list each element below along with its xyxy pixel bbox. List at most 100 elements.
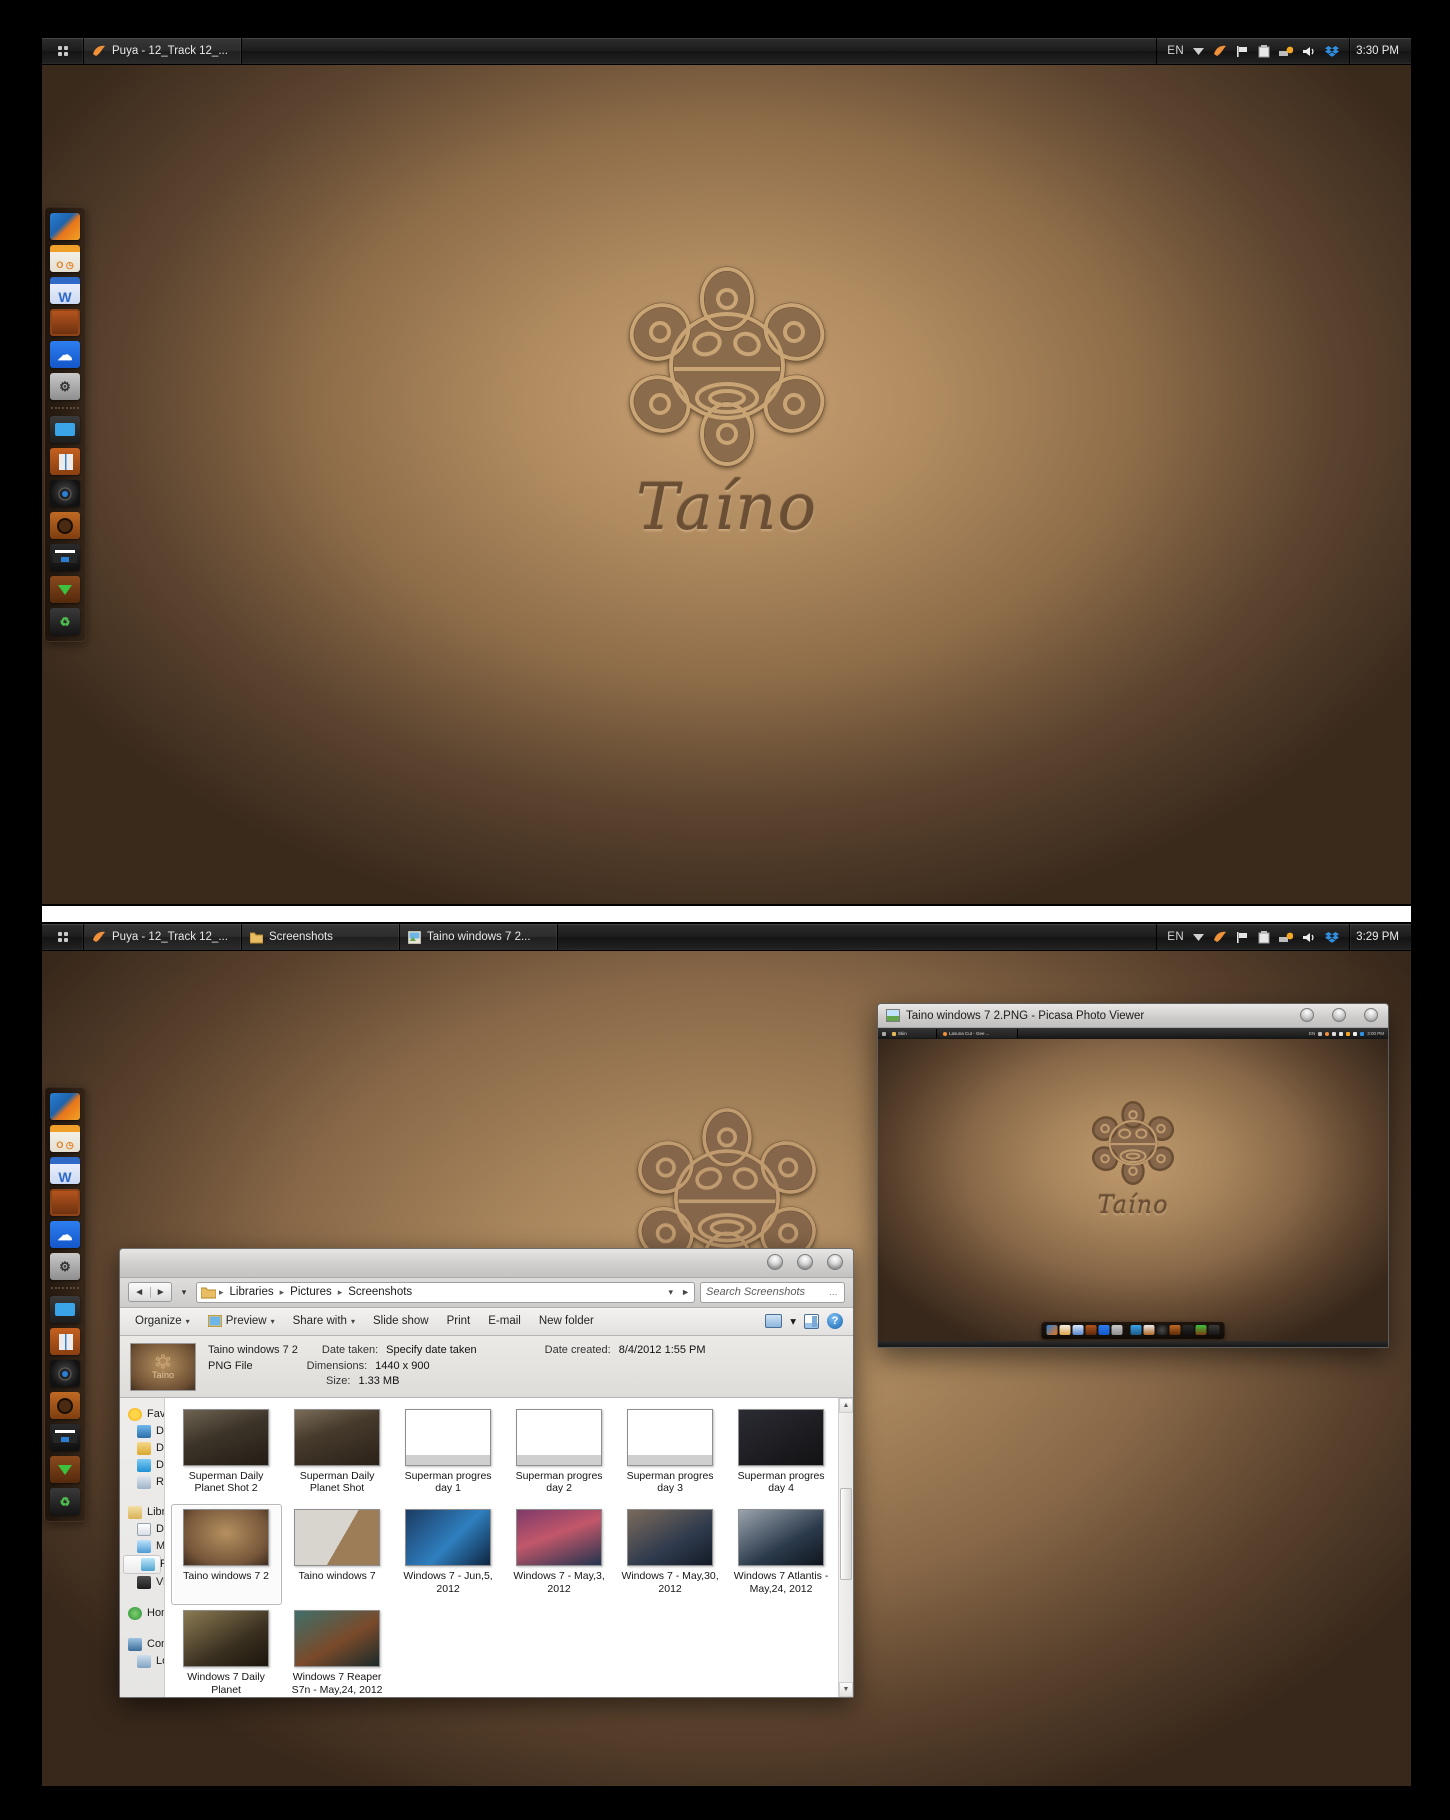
media-player-tray-icon[interactable] bbox=[1213, 931, 1227, 944]
explorer-window-controls[interactable] bbox=[767, 1254, 843, 1270]
list-item[interactable]: Windows 7 Atlantis - May,24, 2012 bbox=[726, 1504, 837, 1605]
start-button-top[interactable] bbox=[42, 38, 84, 64]
share-with-button[interactable]: Share with ▾ bbox=[284, 1312, 364, 1330]
sidebar-item-favorites[interactable]: Favorites bbox=[120, 1406, 164, 1423]
language-indicator[interactable]: EN bbox=[1167, 45, 1184, 57]
volume-icon[interactable] bbox=[1302, 931, 1316, 944]
sidebar-item-pictures[interactable]: Pictures bbox=[123, 1554, 164, 1574]
change-view-icon[interactable] bbox=[765, 1314, 783, 1329]
start-button-bottom[interactable] bbox=[42, 924, 84, 950]
taskbar-top[interactable]: Puya - 12_Track 12_... EN 3:30 PM bbox=[42, 38, 1411, 65]
search-box[interactable]: Search Screenshots … bbox=[700, 1281, 845, 1303]
sidebar-item-local-disk[interactable]: Local Disk (C:) bbox=[120, 1653, 164, 1670]
breadcrumb-libraries[interactable]: Libraries bbox=[227, 1285, 277, 1299]
explorer-toolbar[interactable]: Organize ▾ Preview ▾ Share with ▾ Slide … bbox=[120, 1307, 853, 1336]
language-indicator[interactable]: EN bbox=[1167, 931, 1184, 943]
guitar-icon[interactable] bbox=[50, 512, 80, 539]
taskbar-task-media-bottom[interactable]: Puya - 12_Track 12_... bbox=[84, 924, 242, 950]
amp-radio-icon-2[interactable] bbox=[50, 1189, 80, 1216]
slide-show-button[interactable]: Slide show bbox=[364, 1312, 438, 1330]
display-icon[interactable] bbox=[50, 416, 80, 443]
sidebar-item-dropbox[interactable]: Dropbox bbox=[120, 1457, 164, 1474]
list-item[interactable]: Superman Daily Planet Shot bbox=[282, 1404, 393, 1505]
breadcrumb-pictures[interactable]: Pictures bbox=[287, 1285, 335, 1299]
scrollbar-track[interactable] bbox=[839, 1413, 853, 1682]
preview-button[interactable]: Preview ▾ bbox=[199, 1312, 284, 1330]
close-button[interactable] bbox=[827, 1254, 843, 1270]
list-item[interactable]: Windows 7 - May,3, 2012 bbox=[504, 1504, 615, 1605]
list-item[interactable]: Taino windows 7 bbox=[282, 1504, 393, 1605]
list-item-selected[interactable]: Taino windows 7 2 bbox=[170, 1504, 282, 1605]
email-button[interactable]: E-mail bbox=[479, 1312, 530, 1330]
scroll-up-button[interactable]: ▲ bbox=[839, 1397, 853, 1413]
list-item[interactable]: Superman progres day 4 bbox=[726, 1404, 837, 1505]
camera-icon[interactable] bbox=[50, 480, 80, 507]
organize-button[interactable]: Organize ▾ bbox=[126, 1312, 199, 1330]
sidebar-item-homegroup[interactable]: Homegroup bbox=[120, 1605, 164, 1622]
preview-pane-icon[interactable] bbox=[804, 1313, 819, 1329]
toolbar-right-group[interactable]: ▾ ? bbox=[765, 1313, 847, 1330]
chevron-down-icon[interactable] bbox=[1193, 47, 1205, 55]
tools-icon[interactable]: ⚙ bbox=[50, 373, 80, 400]
maximize-button[interactable] bbox=[797, 1254, 813, 1270]
breadcrumb-screenshots[interactable]: Screenshots bbox=[345, 1285, 415, 1299]
downloads-drawer-icon[interactable] bbox=[50, 576, 80, 603]
list-item[interactable]: Windows 7 - Jun,5, 2012 bbox=[393, 1504, 504, 1605]
sidebar-item-downloads[interactable]: Downloads bbox=[120, 1440, 164, 1457]
taskbar-task-media-top[interactable]: Puya - 12_Track 12_... bbox=[84, 38, 242, 64]
minimize-button[interactable] bbox=[767, 1254, 783, 1270]
word-icon-2[interactable]: W bbox=[50, 1157, 80, 1184]
clock-bottom[interactable]: 3:29 PM bbox=[1349, 924, 1411, 950]
list-item[interactable]: Superman Daily Planet Shot 2 bbox=[171, 1404, 282, 1505]
sidebar-item-documents[interactable]: Documents bbox=[120, 1521, 164, 1538]
dropbox-icon[interactable] bbox=[1325, 45, 1340, 58]
outlook-icon-2[interactable]: O ◷ bbox=[50, 1125, 80, 1152]
list-item[interactable]: Windows 7 Daily Planet bbox=[171, 1605, 282, 1697]
list-item[interactable]: Superman progres day 3 bbox=[615, 1404, 726, 1505]
navigation-pane[interactable]: Favorites Desktop Downloads Dropbox bbox=[120, 1397, 165, 1697]
flag-icon[interactable] bbox=[1236, 45, 1249, 58]
messenger-icon-2[interactable]: ☁ bbox=[50, 1221, 80, 1248]
guitar-icon-2[interactable] bbox=[50, 1392, 80, 1419]
address-dropdown-icon[interactable]: ▾ bbox=[669, 1287, 674, 1298]
recycle-bin-icon-2[interactable]: ♻ bbox=[50, 1488, 80, 1515]
video-icon[interactable] bbox=[50, 544, 80, 571]
flag-icon[interactable] bbox=[1236, 931, 1249, 944]
list-item[interactable]: Windows 7 Reaper S7n - May,24, 2012 bbox=[282, 1605, 393, 1697]
recycle-bin-icon[interactable]: ♻ bbox=[50, 608, 80, 635]
amp-radio-icon[interactable] bbox=[50, 309, 80, 336]
outlook-icon[interactable]: O ◷ bbox=[50, 245, 80, 272]
details-date-taken-value[interactable]: Specify date taken bbox=[386, 1343, 477, 1359]
sidebar-item-libraries[interactable]: Libraries bbox=[120, 1504, 164, 1521]
new-folder-button[interactable]: New folder bbox=[530, 1312, 603, 1330]
mixer-icon[interactable] bbox=[1279, 45, 1294, 57]
clipboard-icon[interactable] bbox=[1258, 930, 1270, 944]
media-player-tray-icon[interactable] bbox=[1213, 45, 1227, 58]
sidebar-item-music[interactable]: Music bbox=[120, 1538, 164, 1555]
clock-top[interactable]: 3:30 PM bbox=[1349, 38, 1411, 64]
forward-button[interactable]: ► bbox=[151, 1287, 172, 1298]
word-icon[interactable]: W bbox=[50, 277, 80, 304]
display-icon-2[interactable] bbox=[50, 1296, 80, 1323]
dropbox-icon[interactable] bbox=[1325, 931, 1340, 944]
mixer-icon[interactable] bbox=[1279, 931, 1294, 943]
list-item[interactable]: Superman progres day 1 bbox=[393, 1404, 504, 1505]
camera-icon-2[interactable] bbox=[50, 1360, 80, 1387]
scroll-down-button[interactable]: ▼ bbox=[839, 1682, 853, 1697]
system-tray-bottom[interactable]: EN bbox=[1157, 924, 1349, 950]
help-icon[interactable]: ? bbox=[827, 1313, 843, 1330]
clipboard-icon[interactable] bbox=[1258, 44, 1270, 58]
file-list-scrollbar[interactable]: ▲ ▼ bbox=[838, 1397, 853, 1697]
volume-icon[interactable] bbox=[1302, 45, 1316, 58]
sidebar-item-computer[interactable]: Computer bbox=[120, 1636, 164, 1653]
video-icon-2[interactable] bbox=[50, 1424, 80, 1451]
scrollbar-thumb[interactable] bbox=[840, 1488, 852, 1580]
windows-explorer-window[interactable]: ◄ ► ▾ ▸ Libraries ▸ Pictures ▸ Screensho… bbox=[119, 1248, 854, 1698]
sidebar-item-recent-places[interactable]: Recent Places bbox=[120, 1474, 164, 1491]
picasa-window-controls[interactable] bbox=[1300, 1008, 1378, 1022]
downloads-drawer-icon-2[interactable] bbox=[50, 1456, 80, 1483]
minimize-button[interactable] bbox=[1300, 1008, 1314, 1022]
picasa-titlebar[interactable]: Taino windows 7 2.PNG - Picasa Photo Vie… bbox=[878, 1004, 1388, 1028]
recent-pages-chevron-icon[interactable]: ▾ bbox=[177, 1287, 191, 1298]
taskbar-task-screenshots[interactable]: Screenshots bbox=[242, 924, 400, 950]
